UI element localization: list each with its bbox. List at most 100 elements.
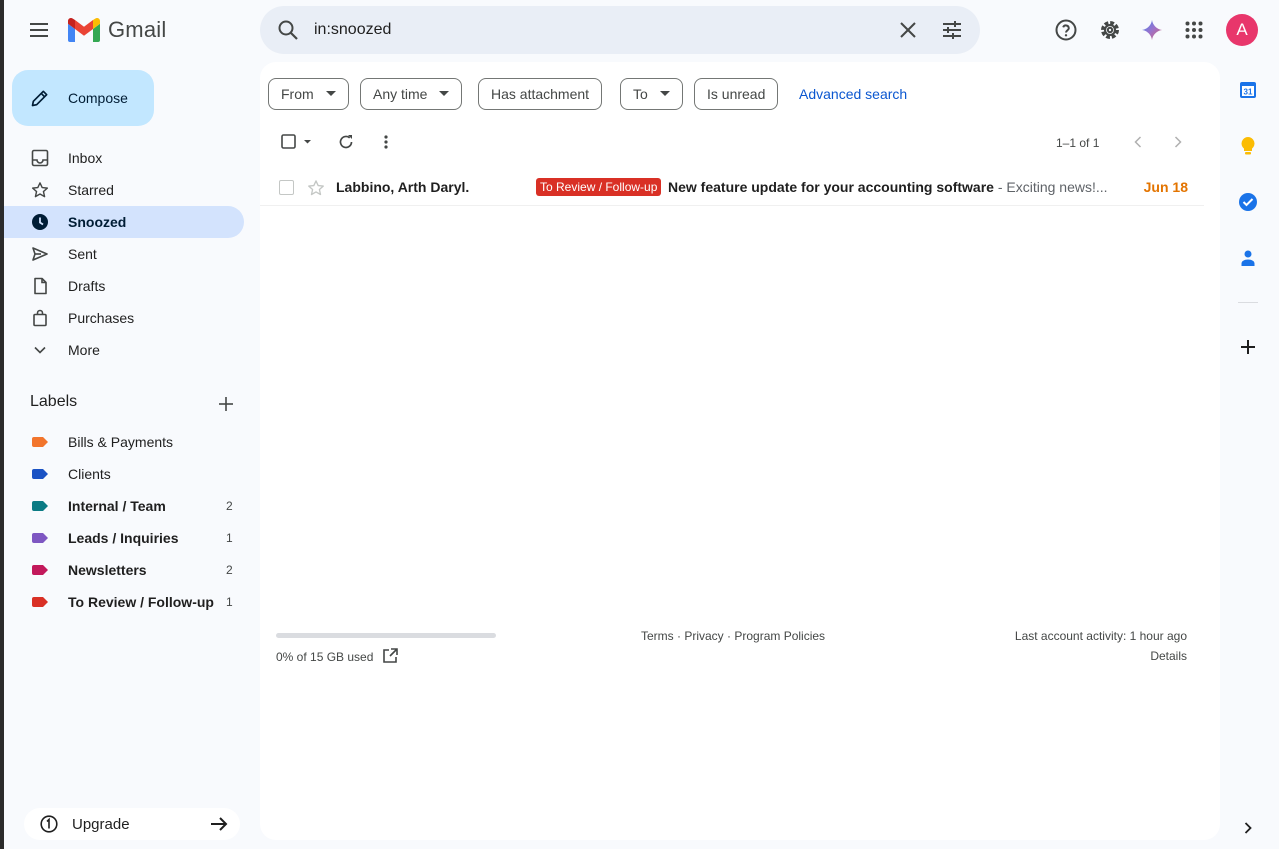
calendar-app-button[interactable]: 31 xyxy=(1234,76,1262,104)
label-count: 2 xyxy=(226,563,233,577)
gmail-logo[interactable]: Gmail xyxy=(68,14,166,46)
support-button[interactable] xyxy=(1050,14,1082,46)
label-item-internal-team[interactable]: Internal / Team 2 xyxy=(4,490,244,522)
email-row[interactable]: Labbino, Arth Daryl. To Review / Follow-… xyxy=(260,170,1204,206)
gemini-button[interactable] xyxy=(1136,14,1168,46)
label-item-newsletters[interactable]: Newsletters 2 xyxy=(4,554,244,586)
open-in-new-icon[interactable] xyxy=(381,647,399,665)
search-input[interactable] xyxy=(314,14,874,46)
filter-chip-is-unread[interactable]: Is unread xyxy=(694,78,779,110)
create-label-button[interactable] xyxy=(214,392,238,416)
chevron-right-icon xyxy=(1244,822,1252,834)
nav-item-purchases[interactable]: Purchases xyxy=(4,302,244,334)
refresh-button[interactable] xyxy=(332,128,360,156)
clear-search-icon[interactable] xyxy=(896,18,920,42)
tasks-app-button[interactable] xyxy=(1234,188,1262,216)
pagination-count: 1–1 of 1 xyxy=(1056,136,1100,150)
label-name: Bills & Payments xyxy=(68,434,174,450)
more-vert-icon xyxy=(384,135,388,149)
email-label-badge[interactable]: To Review / Follow-up xyxy=(536,178,662,196)
calendar-icon: 31 xyxy=(1240,82,1256,98)
label-count: 1 xyxy=(226,531,233,545)
tasks-check-icon xyxy=(1239,193,1257,211)
nav-label: Sent xyxy=(68,246,97,262)
select-all-checkbox[interactable] xyxy=(276,128,316,156)
nav-label: Starred xyxy=(68,182,114,198)
labels-heading: Labels xyxy=(30,393,78,410)
filter-chip-from[interactable]: From xyxy=(268,78,349,110)
label-item-bills[interactable]: Bills & Payments xyxy=(4,426,244,458)
nav-label: Purchases xyxy=(68,310,135,326)
main-menu-button[interactable] xyxy=(24,14,56,46)
label-name: Internal / Team xyxy=(68,498,166,514)
clock-icon xyxy=(30,212,50,232)
keep-bulb-icon xyxy=(1241,137,1255,155)
nav-label: Inbox xyxy=(68,150,103,166)
search-icon[interactable] xyxy=(276,18,300,42)
nav-item-drafts[interactable]: Drafts xyxy=(4,270,244,302)
gemini-sparkle-icon xyxy=(1141,19,1163,41)
label-tag-icon xyxy=(32,437,48,447)
footer-links: Terms · Privacy · Program Policies xyxy=(641,629,826,643)
older-button[interactable] xyxy=(1164,128,1192,156)
row-checkbox[interactable] xyxy=(279,180,294,195)
calendar-day: 31 xyxy=(1244,88,1253,97)
settings-button[interactable] xyxy=(1094,14,1126,46)
get-addons-button[interactable] xyxy=(1234,333,1262,361)
program-policies-link[interactable]: Program Policies xyxy=(734,629,825,643)
plus-icon xyxy=(219,397,233,411)
chip-label: Has attachment xyxy=(491,86,590,102)
search-options-icon[interactable] xyxy=(940,18,964,42)
account-avatar[interactable]: A xyxy=(1226,14,1258,46)
keep-app-button[interactable] xyxy=(1234,132,1262,160)
nav-item-inbox[interactable]: Inbox xyxy=(4,142,244,174)
show-side-panel-button[interactable] xyxy=(1234,814,1262,842)
nav-item-starred[interactable]: Starred xyxy=(4,174,244,206)
email-subject-line: New feature update for your accounting s… xyxy=(668,179,1118,195)
label-tag-icon xyxy=(32,565,48,575)
label-item-leads[interactable]: Leads / Inquiries 1 xyxy=(4,522,244,554)
google-apps-button[interactable] xyxy=(1178,14,1210,46)
privacy-link[interactable]: Privacy xyxy=(684,629,723,643)
compose-button[interactable]: Compose xyxy=(12,70,154,126)
chip-label: Any time xyxy=(373,86,428,102)
nav-item-sent[interactable]: Sent xyxy=(4,238,244,270)
apps-grid-icon xyxy=(1185,21,1203,39)
label-count: 1 xyxy=(226,595,233,609)
filter-chip-to[interactable]: To xyxy=(620,78,683,110)
filter-chip-any-time[interactable]: Any time xyxy=(360,78,463,110)
gear-icon xyxy=(1101,21,1119,39)
label-tag-icon xyxy=(32,533,48,543)
search-bar xyxy=(260,6,980,54)
avatar-initial: A xyxy=(1236,20,1248,39)
send-icon xyxy=(30,244,50,264)
compose-label: Compose xyxy=(68,90,128,106)
newer-button[interactable] xyxy=(1124,128,1152,156)
checkbox-icon xyxy=(281,134,311,149)
chevron-down-icon xyxy=(30,340,50,360)
caret-down-icon xyxy=(659,91,670,96)
label-item-clients[interactable]: Clients xyxy=(4,458,244,490)
nav-item-snoozed[interactable]: Snoozed xyxy=(4,206,244,238)
more-actions-button[interactable] xyxy=(372,128,400,156)
label-name: Leads / Inquiries xyxy=(68,530,179,546)
star-toggle-icon[interactable] xyxy=(306,178,326,198)
upgrade-button[interactable]: Upgrade xyxy=(24,808,240,840)
refresh-icon xyxy=(339,135,353,149)
contacts-app-button[interactable] xyxy=(1234,244,1262,272)
label-item-to-review[interactable]: To Review / Follow-up 1 xyxy=(4,586,244,618)
filter-chip-has-attachment[interactable]: Has attachment xyxy=(478,78,603,110)
storage-usage-bar xyxy=(276,633,496,638)
nav-item-more[interactable]: More xyxy=(4,334,244,366)
terms-link[interactable]: Terms xyxy=(641,629,674,643)
advanced-search-link[interactable]: Advanced search xyxy=(799,86,907,102)
details-link[interactable]: Details xyxy=(1150,649,1187,663)
window-edge xyxy=(0,0,4,849)
upgrade-label: Upgrade xyxy=(72,815,130,833)
side-panel-divider xyxy=(1238,302,1258,303)
nav-label: More xyxy=(68,342,100,358)
main-panel: From Any time Has attachment To Is unrea… xyxy=(260,62,1220,840)
email-snippet: - Exciting news!... xyxy=(993,179,1108,195)
nav-label: Drafts xyxy=(68,278,106,294)
plus-icon xyxy=(1241,340,1255,354)
